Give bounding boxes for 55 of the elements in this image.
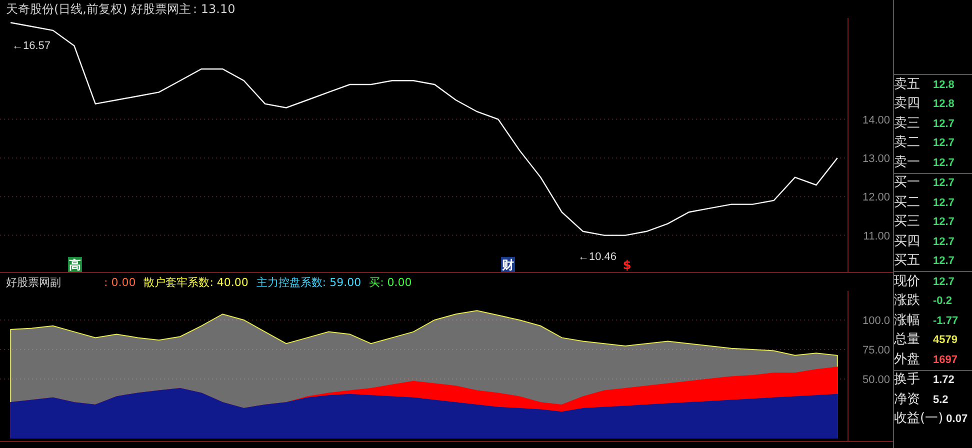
price-annotation: ←10.46 [578,251,617,263]
quote-label: 卖三 [894,116,921,132]
quote-label: 外盘 [894,352,921,368]
quote-label: 买三 [894,214,921,230]
quote-value: -1.77 [933,314,958,327]
quote-value: 12.7 [933,196,954,209]
quote-value: 12.7 [933,156,954,169]
quote-value: 12.7 [933,236,954,248]
dollar-marker: $ [622,258,632,272]
finance-marker: 财 [501,257,515,272]
axis-label: 75.00 [862,344,890,357]
quote-value: 12.7 [933,255,954,268]
axis-label: 14.00 [862,114,890,126]
quote-label: 卖一 [894,154,921,171]
quote-label: 涨跌 [894,293,921,310]
axis-label: 100.0 [862,315,890,328]
quote-label: 买一 [894,175,921,192]
quote-value: 12.7 [933,177,954,190]
quote-value: 12.8 [933,78,954,91]
indicator-reading: 散户套牢系数: 40.00 [144,274,248,290]
axis-label: 11.00 [863,230,890,242]
price-reading: : 13.10 [193,2,236,16]
quote-value: 0.07 [946,413,968,426]
high-marker: 高 [68,257,82,272]
quote-value: -0.2 [933,295,952,308]
price-annotation: ←16.57 [12,40,51,52]
axis-label: 12.00 [862,192,890,204]
quote-value: 1697 [933,354,958,366]
quote-label: 总量 [894,332,921,348]
quote-value: 5.2 [933,394,948,406]
quote-label: 卖四 [894,96,921,112]
quote-label: 涨幅 [894,312,921,329]
quote-label: 卖五 [894,76,921,93]
quote-label: 卖二 [894,135,921,152]
quote-value: 12.7 [933,137,954,150]
axis-label: 13.00 [862,152,890,165]
indicator-reading: 主力控盘系数: 59.00 [256,274,362,290]
indicator-reading: : 0.00 [104,276,136,288]
indicator-reading: 买: 0.00 [369,274,412,290]
chart-title: 天奇股份(日线,前复权) 好股票网主 [6,0,191,18]
quote-value: 12.8 [933,98,954,110]
quote-value: 12.7 [933,216,954,228]
quote-label: 买五 [894,253,921,270]
quote-label: 买二 [894,194,921,211]
quote-value: 12.7 [933,276,954,288]
quote-label: 现价 [894,274,921,290]
quote-label: 换手 [894,372,921,388]
quote-value: 12.7 [933,118,954,130]
indicator-name: 好股票网副 [6,274,62,290]
quote-label: 买四 [894,234,921,250]
axis-label: 50.00 [862,374,890,386]
quote-value: 1.72 [933,374,954,386]
quote-label: 净资 [894,392,921,408]
quote-label: 收益(一) [894,411,944,428]
quote-value: 4579 [933,334,958,346]
